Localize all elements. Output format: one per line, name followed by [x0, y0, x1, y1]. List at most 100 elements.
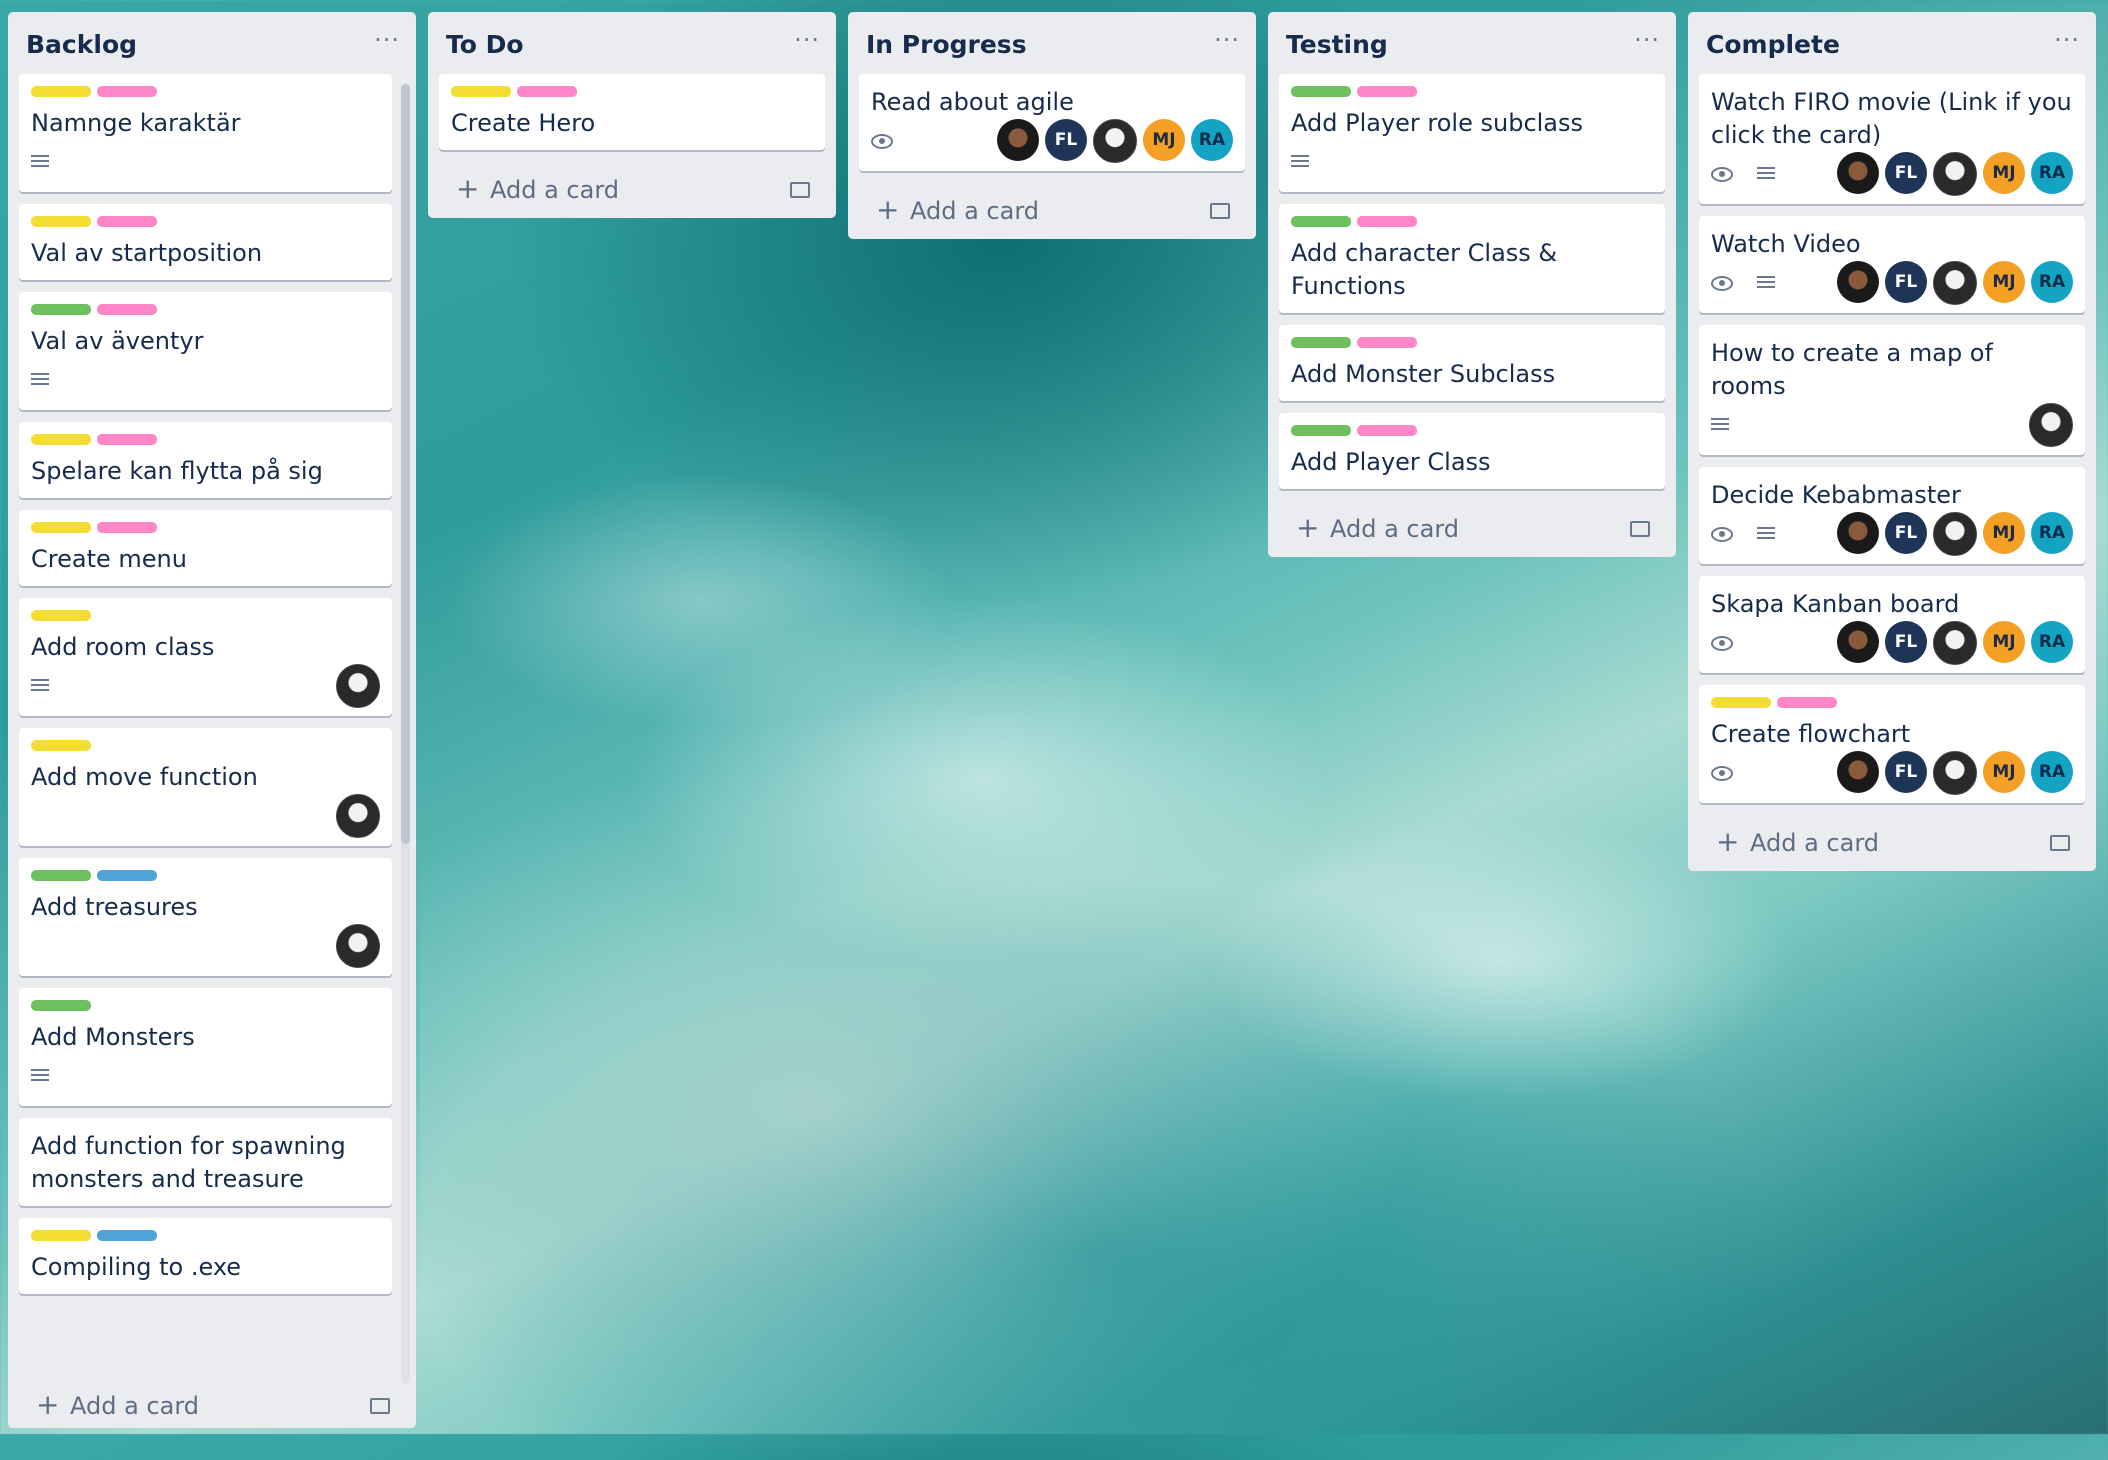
- list-menu-icon[interactable]: ···: [2054, 26, 2080, 54]
- member-avatar[interactable]: MJ: [1983, 512, 2025, 554]
- member-avatar[interactable]: [1093, 119, 1137, 163]
- member-avatar[interactable]: RA: [2031, 152, 2073, 194]
- label-green: [31, 870, 91, 881]
- member-avatar[interactable]: [1933, 751, 1977, 795]
- member-avatar[interactable]: MJ: [1983, 751, 2025, 793]
- card[interactable]: Add treasures: [19, 858, 392, 976]
- list-menu-icon[interactable]: ···: [374, 26, 400, 54]
- member-avatar[interactable]: [2029, 403, 2073, 447]
- list-complete[interactable]: Complete ··· Watch FIRO movie (Link if you…: [1688, 12, 2096, 871]
- card[interactable]: Add Monster Subclass: [1279, 325, 1665, 401]
- card-template-icon[interactable]: [1210, 203, 1230, 219]
- member-avatar[interactable]: RA: [2031, 621, 2073, 663]
- card[interactable]: Val av startposition: [19, 204, 392, 280]
- scrollbar-thumb[interactable]: [401, 84, 410, 844]
- card[interactable]: Decide Kebabmaster FL MJ RA: [1699, 467, 2085, 564]
- card[interactable]: Add Monsters: [19, 988, 392, 1106]
- list-to-do[interactable]: To Do ··· Create Hero + Add a card: [428, 12, 836, 218]
- member-avatar[interactable]: FL: [1885, 152, 1927, 194]
- member-avatar[interactable]: [1837, 751, 1879, 793]
- card-title: Add room class: [31, 633, 215, 661]
- member-avatar[interactable]: RA: [2031, 261, 2073, 303]
- member-avatar[interactable]: FL: [1045, 119, 1087, 161]
- card[interactable]: Add function for spawning monsters and t…: [19, 1118, 392, 1206]
- card-title: Spelare kan flytta på sig: [31, 457, 323, 485]
- list-header: In Progress ···: [848, 12, 1256, 74]
- member-avatar[interactable]: [336, 794, 380, 838]
- card[interactable]: Add character Class & Functions: [1279, 204, 1665, 313]
- list-menu-icon[interactable]: ···: [794, 26, 820, 54]
- card[interactable]: Watch Video FL MJ RA: [1699, 216, 2085, 313]
- card[interactable]: Add Player Class: [1279, 413, 1665, 489]
- card[interactable]: Add room class: [19, 598, 392, 716]
- card[interactable]: Namnge karaktär: [19, 74, 392, 192]
- card[interactable]: How to create a map of rooms: [1699, 325, 2085, 455]
- member-avatar[interactable]: [1837, 512, 1879, 554]
- member-avatar[interactable]: [1837, 621, 1879, 663]
- add-card-label: Add a card: [490, 176, 620, 204]
- card[interactable]: Watch FIRO movie (Link if you click the …: [1699, 74, 2085, 204]
- member-avatar[interactable]: FL: [1885, 621, 1927, 663]
- member-avatar[interactable]: [1933, 152, 1977, 196]
- add-card-label: Add a card: [70, 1392, 200, 1420]
- card[interactable]: Val av äventyr: [19, 292, 392, 410]
- member-avatar[interactable]: [336, 924, 380, 968]
- card-title: Watch FIRO movie (Link if you click the …: [1711, 88, 2072, 149]
- member-avatar[interactable]: RA: [2031, 512, 2073, 554]
- list-title[interactable]: In Progress: [866, 30, 1027, 59]
- card-template-icon[interactable]: [790, 182, 810, 198]
- list-testing[interactable]: Testing ··· Add Player role subclass Add ch…: [1268, 12, 1676, 557]
- member-avatar[interactable]: [1933, 621, 1977, 665]
- member-avatar[interactable]: [1837, 261, 1879, 303]
- card-template-icon[interactable]: [370, 1398, 390, 1414]
- card-title: Skapa Kanban board: [1711, 590, 1960, 618]
- card-title: Add function for spawning monsters and t…: [31, 1132, 346, 1193]
- card[interactable]: Skapa Kanban board FL MJ RA: [1699, 576, 2085, 673]
- list-backlog[interactable]: Backlog ··· Namnge karaktär Val av startpos…: [8, 12, 416, 1428]
- member-avatar[interactable]: RA: [2031, 751, 2073, 793]
- member-avatar[interactable]: MJ: [1983, 621, 2025, 663]
- card-badges: [31, 664, 380, 708]
- list-menu-icon[interactable]: ···: [1214, 26, 1240, 54]
- card[interactable]: Spelare kan flytta på sig: [19, 422, 392, 498]
- member-avatar[interactable]: [997, 119, 1039, 161]
- member-avatar[interactable]: FL: [1885, 512, 1927, 554]
- card-badges: FL MJ RA: [1711, 751, 2073, 795]
- list-title[interactable]: To Do: [446, 30, 524, 59]
- label-pink: [97, 304, 157, 315]
- member-avatar[interactable]: [336, 664, 380, 708]
- card[interactable]: Compiling to .exe: [19, 1218, 392, 1294]
- card[interactable]: Add Player role subclass: [1279, 74, 1665, 192]
- list-scrollbar[interactable]: [401, 84, 410, 1384]
- member-avatar[interactable]: MJ: [1983, 152, 2025, 194]
- card-template-icon[interactable]: [2050, 835, 2070, 851]
- add-card-button[interactable]: + Add a card: [848, 183, 1256, 239]
- member-avatar[interactable]: RA: [1191, 119, 1233, 161]
- list-menu-icon[interactable]: ···: [1634, 26, 1660, 54]
- card-badges: [31, 142, 380, 182]
- member-avatar[interactable]: [1933, 512, 1977, 556]
- card[interactable]: Create Hero: [439, 74, 825, 150]
- member-avatar[interactable]: [1933, 261, 1977, 305]
- member-avatar[interactable]: MJ: [1983, 261, 2025, 303]
- card-template-icon[interactable]: [1630, 521, 1650, 537]
- member-avatar[interactable]: MJ: [1143, 119, 1185, 161]
- label-yellow: [31, 434, 91, 445]
- add-card-button[interactable]: + Add a card: [428, 162, 836, 218]
- add-card-button[interactable]: + Add a card: [1688, 815, 2096, 871]
- card[interactable]: Create flowchart FL MJ RA: [1699, 685, 2085, 803]
- member-avatar[interactable]: [1837, 152, 1879, 194]
- card[interactable]: Create menu: [19, 510, 392, 586]
- list-in-progress[interactable]: In Progress ··· Read about agile FL MJ RA + Add…: [848, 12, 1256, 239]
- list-title[interactable]: Testing: [1286, 30, 1388, 59]
- card[interactable]: Add move function: [19, 728, 392, 846]
- card-labels: [31, 1000, 380, 1011]
- member-avatar[interactable]: FL: [1885, 261, 1927, 303]
- member-avatar[interactable]: FL: [1885, 751, 1927, 793]
- add-card-button[interactable]: + Add a card: [1268, 501, 1676, 557]
- list-title[interactable]: Backlog: [26, 30, 137, 59]
- add-card-button[interactable]: + Add a card: [8, 1378, 416, 1428]
- card[interactable]: Read about agile FL MJ RA: [859, 74, 1245, 171]
- list-title[interactable]: Complete: [1706, 30, 1840, 59]
- label-pink: [97, 434, 157, 445]
